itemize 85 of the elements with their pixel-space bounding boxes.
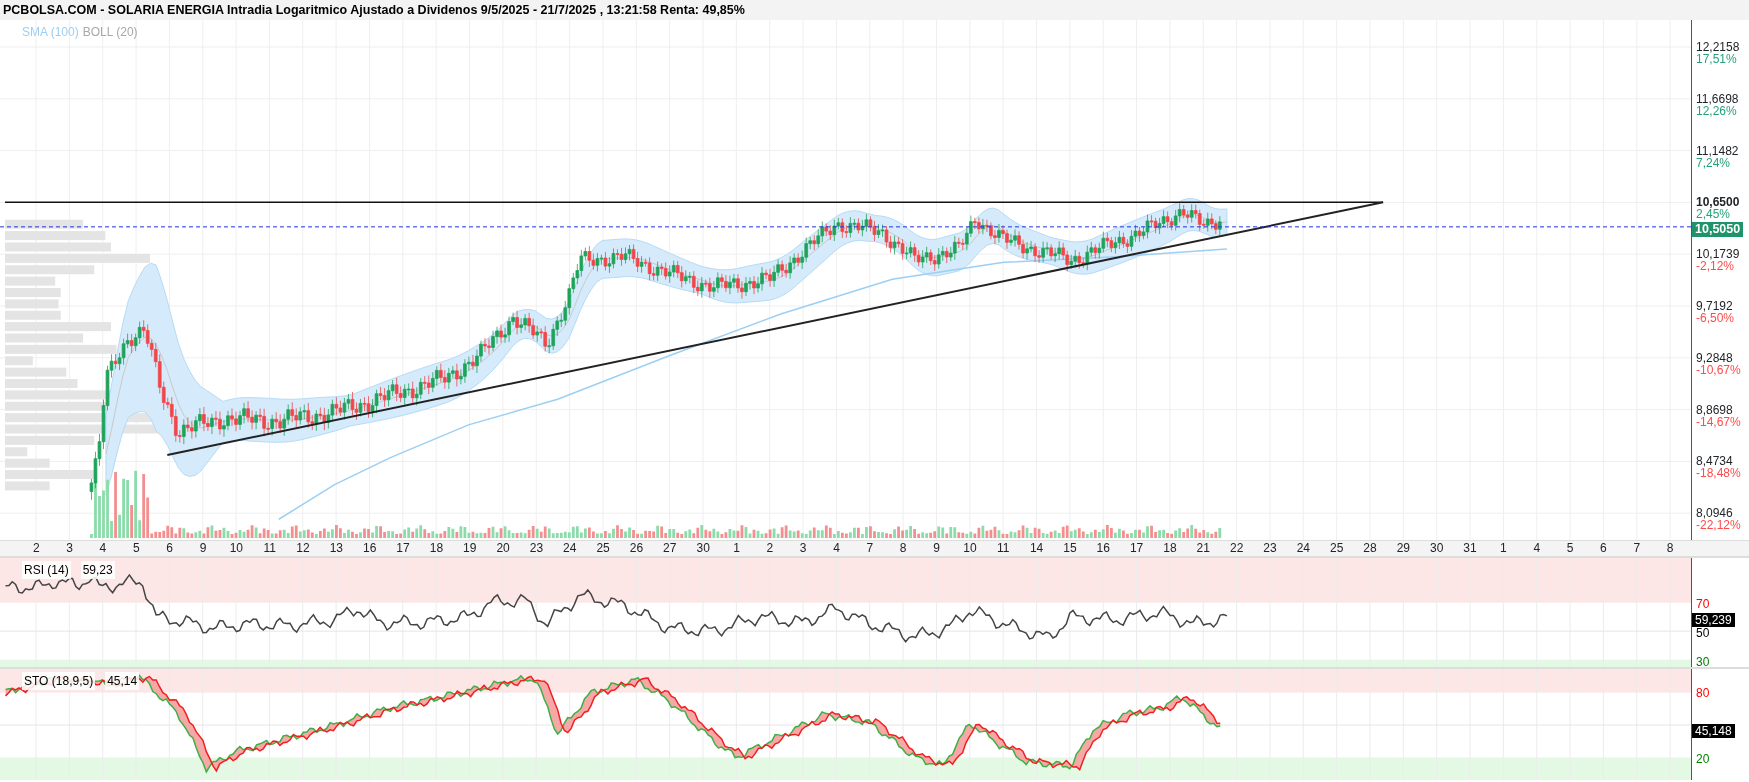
price-label: 10,1739 <box>1696 248 1740 261</box>
price-label: 10,6500 <box>1696 196 1740 209</box>
date-label: 3 <box>65 541 74 556</box>
date-label: 19 <box>462 541 478 556</box>
date-label: 2 <box>31 541 41 556</box>
date-label: 25 <box>1329 541 1345 556</box>
date-label: 29 <box>1395 541 1412 556</box>
percent-change: -2,12% <box>1696 260 1735 273</box>
level-label: 20 <box>1696 753 1710 765</box>
date-label: 14 <box>1028 541 1045 556</box>
price-label: 12,2158 <box>1696 41 1740 53</box>
date-label: 13 <box>328 541 345 556</box>
date-label: 24 <box>562 541 578 556</box>
value-tag: 59,239 <box>1692 613 1735 627</box>
date-label: 22 <box>1228 541 1245 556</box>
date-label: 7 <box>1632 541 1642 556</box>
indicator-label: RSI (14) <box>22 561 71 579</box>
date-label: 11 <box>996 541 1011 556</box>
date-label: 7 <box>865 541 875 556</box>
date-label: 20 <box>495 541 511 556</box>
date-label: 16 <box>1095 541 1111 556</box>
percent-change: 7,24% <box>1696 156 1731 169</box>
date-label: 15 <box>1062 541 1078 556</box>
price-label: 11,6698 <box>1696 92 1739 105</box>
date-label: 3 <box>798 541 808 556</box>
date-label: 23 <box>1262 541 1278 556</box>
date-label: 12 <box>295 541 311 556</box>
price-label: 9,2848 <box>1696 351 1733 364</box>
level-label: 80 <box>1696 687 1710 699</box>
percent-change: -18,48% <box>1696 467 1741 480</box>
date-label: 4 <box>1532 541 1542 556</box>
percent-change: -10,67% <box>1696 363 1741 376</box>
date-label: 30 <box>1429 541 1445 556</box>
chart-title: PCBOLSA.COM - SOLARIA ENERGIA Intradia Logaritmico Ajustado a Dividenos 9/5/2025 - 21/7/2025 , 13:21:58 Renta: 49,85% <box>0 0 1749 20</box>
date-label: 9 <box>932 541 941 556</box>
price-label: 9,7192 <box>1696 300 1733 312</box>
date-label: 8 <box>1665 541 1675 556</box>
date-label: 28 <box>1362 541 1378 556</box>
indicator-value: 45,14 <box>105 672 140 690</box>
date-label: 5 <box>131 541 141 556</box>
date-label: 25 <box>595 541 611 556</box>
percent-change: 12,26% <box>1696 104 1737 117</box>
date-label: 21 <box>1195 541 1211 556</box>
level-label: 70 <box>1696 597 1710 610</box>
date-label: 30 <box>695 541 711 556</box>
price-label: 11,1482 <box>1696 144 1739 157</box>
price-label: 8,0946 <box>1696 507 1733 520</box>
date-label: 1 <box>732 541 741 556</box>
level-label: 30 <box>1696 655 1710 668</box>
date-label: 16 <box>362 541 378 556</box>
date-label: 6 <box>165 541 174 556</box>
date-label: 6 <box>1599 541 1608 556</box>
date-label: 24 <box>1295 541 1311 556</box>
date-label: 10 <box>228 541 244 556</box>
date-label: 31 <box>1462 541 1478 556</box>
date-label: 17 <box>1128 541 1145 556</box>
date-label: 1 <box>1499 541 1508 556</box>
price-label: 8,4734 <box>1696 455 1733 468</box>
date-label: 26 <box>628 541 645 556</box>
value-tag: 45,148 <box>1692 724 1735 738</box>
date-label: 4 <box>832 541 841 556</box>
date-label: 9 <box>198 541 208 556</box>
date-label: 10 <box>962 541 978 556</box>
date-label: 18 <box>1162 541 1178 556</box>
date-label: 11 <box>262 541 277 556</box>
date-label: 4 <box>98 541 108 556</box>
percent-change: -6,50% <box>1696 312 1735 324</box>
date-label: 17 <box>395 541 411 556</box>
percent-change: -14,67% <box>1696 415 1741 428</box>
percent-change: 2,45% <box>1696 208 1731 221</box>
indicator-label: STO (18,9,5) <box>22 672 96 690</box>
date-label: 2 <box>765 541 775 556</box>
date-label: 18 <box>428 541 445 556</box>
indicator-legend: SMA (100) <box>22 23 79 41</box>
price-tag: 10,5050 <box>1692 221 1744 237</box>
date-label: 5 <box>1565 541 1575 556</box>
date-label: 27 <box>662 541 678 556</box>
date-label: 23 <box>528 541 545 556</box>
indicator-value: 59,23 <box>80 561 115 579</box>
indicator-legend: BOLL (20) <box>82 23 138 41</box>
price-label: 8,8698 <box>1696 403 1733 416</box>
percent-change: 17,51% <box>1696 53 1737 65</box>
date-label: 8 <box>898 541 908 556</box>
level-label: 50 <box>1696 626 1710 639</box>
percent-change: -22,12% <box>1696 519 1741 532</box>
